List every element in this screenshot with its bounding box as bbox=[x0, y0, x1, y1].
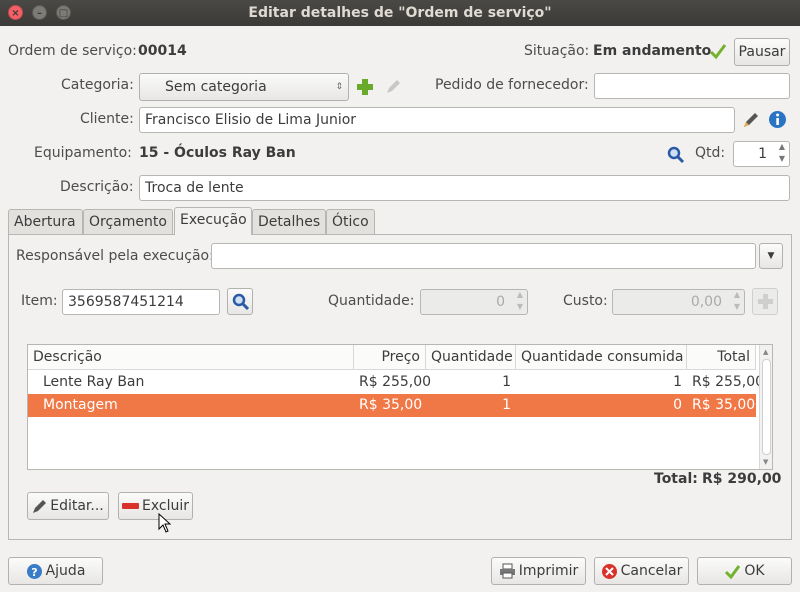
row-total: R$ 255,00 bbox=[692, 374, 765, 390]
tab-otico[interactable]: Ótico bbox=[326, 209, 375, 235]
add-icon[interactable] bbox=[356, 78, 374, 96]
minus-icon bbox=[122, 503, 139, 509]
qty-label: Qtd: bbox=[695, 145, 726, 161]
info-icon[interactable] bbox=[768, 110, 787, 129]
chevron-down-icon: ▼ bbox=[767, 251, 775, 261]
category-value: Sem categoria bbox=[165, 79, 267, 95]
status-value: Em andamento bbox=[593, 43, 712, 59]
scroll-down-icon[interactable]: ▼ bbox=[763, 458, 768, 466]
category-label: Categoria: bbox=[61, 77, 134, 93]
search-icon[interactable] bbox=[667, 146, 685, 164]
cancel-icon bbox=[601, 563, 617, 579]
row-consumed: 1 bbox=[673, 374, 682, 390]
window-maximize-icon[interactable]: □ bbox=[56, 5, 71, 20]
ok-button[interactable]: OK bbox=[697, 557, 792, 585]
quantity-label: Quantidade: bbox=[328, 293, 415, 309]
window-title: Editar detalhes de "Ordem de serviço" bbox=[248, 5, 552, 21]
quantity-stepper[interactable]: ▲ ▼ bbox=[513, 289, 527, 315]
scrollbar-thumb[interactable] bbox=[762, 359, 771, 455]
order-number: 00014 bbox=[138, 43, 187, 59]
row-consumed: 0 bbox=[673, 397, 682, 413]
svg-text:?: ? bbox=[31, 566, 37, 579]
printer-icon bbox=[499, 563, 515, 579]
pause-button[interactable]: Pausar bbox=[734, 38, 790, 66]
tab-abertura[interactable]: Abertura bbox=[8, 209, 83, 235]
column-header-description[interactable]: Descrição bbox=[28, 345, 354, 370]
client-input[interactable]: Francisco Elisio de Lima Junior bbox=[139, 107, 735, 133]
row-price: R$ 35,00 bbox=[359, 397, 423, 413]
row-quantity: 1 bbox=[502, 374, 511, 390]
cost-input[interactable]: 0,00 bbox=[612, 289, 745, 315]
window-close-icon[interactable]: × bbox=[8, 5, 23, 20]
print-button[interactable]: Imprimir bbox=[491, 557, 586, 585]
responsible-dropdown-button[interactable]: ▼ bbox=[759, 243, 783, 269]
add-icon bbox=[757, 294, 773, 309]
column-header-consumed[interactable]: Quantidade consumida bbox=[516, 345, 687, 370]
check-icon bbox=[725, 564, 741, 579]
scroll-up-icon[interactable]: ▲ bbox=[763, 348, 768, 356]
row-description: Montagem bbox=[43, 397, 118, 413]
quantity-input[interactable]: 0 bbox=[420, 289, 528, 315]
tab-detalhes[interactable]: Detalhes bbox=[252, 209, 326, 235]
item-label: Item: bbox=[21, 293, 58, 309]
updown-icon: ⇕ bbox=[335, 82, 343, 92]
item-search-button[interactable] bbox=[227, 288, 253, 315]
order-label: Ordem de serviço: bbox=[8, 43, 137, 59]
window-titlebar: × – □ Editar detalhes de "Ordem de servi… bbox=[0, 0, 800, 26]
cost-stepper[interactable]: ▲ ▼ bbox=[730, 289, 744, 315]
status-label: Situação: bbox=[524, 43, 590, 59]
supplier-order-input[interactable] bbox=[594, 73, 790, 99]
cost-label: Custo: bbox=[563, 293, 608, 309]
row-quantity: 1 bbox=[502, 397, 511, 413]
check-icon bbox=[709, 44, 727, 60]
search-icon bbox=[232, 293, 249, 311]
edit-client-icon[interactable] bbox=[742, 111, 760, 129]
mouse-cursor-icon bbox=[158, 513, 172, 533]
description-input[interactable]: Troca de lente bbox=[139, 175, 790, 201]
total-label: Total: bbox=[654, 471, 698, 487]
item-input[interactable]: 3569587451214 bbox=[62, 289, 220, 315]
help-icon: ? bbox=[26, 563, 42, 579]
row-price: R$ 255,00 bbox=[359, 374, 432, 390]
table-scrollbar[interactable]: ▲ ▼ bbox=[759, 345, 772, 469]
qty-stepper[interactable]: ▲ ▼ bbox=[775, 141, 789, 167]
window-minimize-icon[interactable]: – bbox=[32, 5, 47, 20]
table-row[interactable]: Lente Ray Ban R$ 255,00 1 1 R$ 255,00 bbox=[28, 371, 765, 394]
responsible-input[interactable] bbox=[211, 243, 756, 269]
edit-button[interactable]: Editar... bbox=[27, 492, 109, 520]
description-label: Descrição: bbox=[60, 179, 134, 195]
cancel-button[interactable]: Cancelar bbox=[594, 557, 689, 585]
total-value: R$ 290,00 bbox=[702, 471, 782, 487]
items-table[interactable]: Descrição Preço Quantidade Quantidade co… bbox=[27, 344, 773, 470]
column-header-quantity[interactable]: Quantidade bbox=[426, 345, 516, 370]
column-header-total[interactable]: Total bbox=[687, 345, 756, 370]
supplier-order-label: Pedido de fornecedor: bbox=[435, 77, 589, 93]
row-description: Lente Ray Ban bbox=[43, 374, 145, 390]
row-total: R$ 35,00 bbox=[692, 397, 756, 413]
equipment-label: Equipamento: bbox=[34, 145, 132, 161]
pencil-icon bbox=[33, 499, 47, 513]
category-combo[interactable]: Sem categoria ⇕ bbox=[139, 73, 349, 101]
table-row-selected[interactable]: Montagem R$ 35,00 1 0 R$ 35,00 bbox=[28, 394, 756, 417]
tab-orcamento[interactable]: Orçamento bbox=[83, 209, 173, 235]
delete-button[interactable]: Excluir bbox=[118, 492, 193, 520]
add-item-button[interactable] bbox=[752, 288, 778, 315]
tab-execucao[interactable]: Execução bbox=[174, 207, 252, 235]
client-label: Cliente: bbox=[80, 111, 134, 127]
column-header-price[interactable]: Preço bbox=[354, 345, 426, 370]
responsible-label: Responsável pela execução: bbox=[16, 248, 214, 264]
equipment-value: 15 - Óculos Ray Ban bbox=[139, 145, 296, 161]
edit-pencil-icon[interactable] bbox=[384, 78, 402, 96]
help-button[interactable]: ? Ajuda bbox=[8, 557, 103, 585]
